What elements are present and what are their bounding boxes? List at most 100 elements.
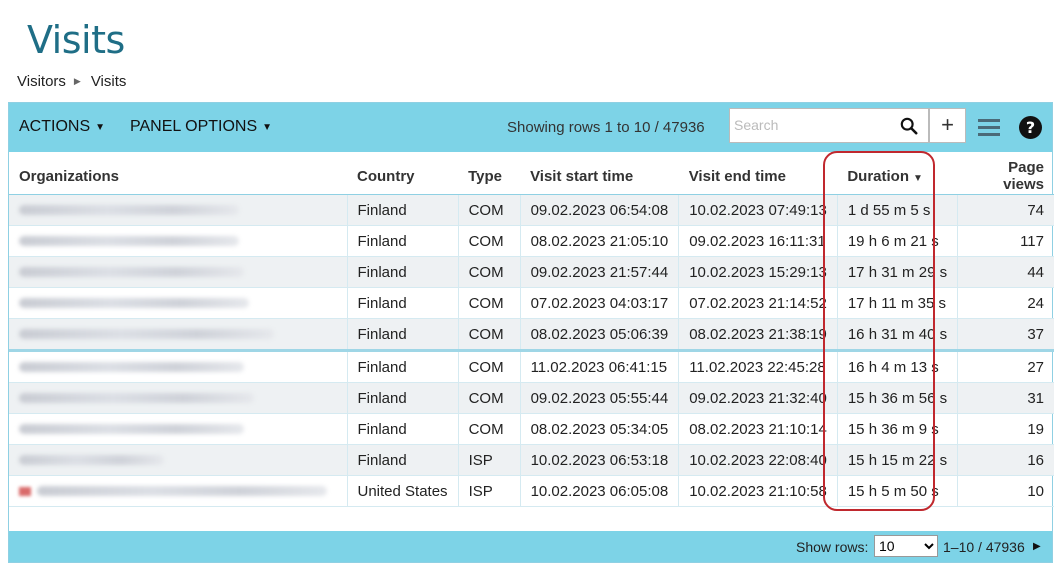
visit-end-cell: 10.02.2023 21:10:58 <box>678 475 838 507</box>
type-cell: COM <box>458 413 521 445</box>
page-views-cell: 19 <box>957 413 1054 445</box>
country-cell: Finland <box>347 194 459 226</box>
redacted-organization-name <box>19 361 244 372</box>
organization-cell[interactable] <box>9 475 348 507</box>
hamburger-menu-icon[interactable] <box>978 117 1000 137</box>
page-views-cell: 44 <box>957 256 1054 288</box>
search-box <box>729 108 929 143</box>
page-views-cell: 117 <box>957 225 1054 257</box>
duration-cell: 1 d 55 m 5 s <box>837 194 959 226</box>
table-row[interactable]: United States ISP 10.02.2023 06:05:08 10.02… <box>9 475 1054 507</box>
country-cell: Finland <box>347 287 459 319</box>
country-cell: United States <box>347 475 459 507</box>
country-cell: Finland <box>347 382 459 414</box>
table-row[interactable]: Finland COM 09.02.2023 06:54:08 10.02.2023 … <box>9 194 1054 226</box>
country-cell: Finland <box>347 444 459 476</box>
duration-header-label: Duration <box>847 167 910 185</box>
visit-start-cell: 08.02.2023 21:05:10 <box>520 225 680 257</box>
visit-end-cell: 08.02.2023 21:38:19 <box>678 318 838 351</box>
page-views-cell: 16 <box>957 444 1054 476</box>
redacted-organization-name <box>19 235 239 246</box>
panel-options-label: PANEL OPTIONS <box>130 118 258 135</box>
redacted-organization-name <box>19 297 249 308</box>
table-row[interactable]: Finland COM 09.02.2023 21:57:44 10.02.2023 … <box>9 256 1054 288</box>
column-header-country[interactable]: Country <box>347 158 459 195</box>
caret-down-icon: ▼ <box>95 121 106 133</box>
duration-cell: 17 h 11 m 35 s <box>837 287 959 319</box>
column-header-type[interactable]: Type <box>458 158 521 195</box>
help-icon[interactable]: ? <box>1019 116 1042 139</box>
type-cell: COM <box>458 349 521 383</box>
column-header-visit-start-time[interactable]: Visit start time <box>520 158 679 195</box>
redacted-organization-name <box>19 392 254 403</box>
organization-cell[interactable] <box>9 194 348 226</box>
type-cell: COM <box>458 318 521 351</box>
next-page-icon[interactable]: ▶ <box>1033 541 1041 552</box>
visits-table-body: Finland COM 09.02.2023 06:54:08 10.02.2023 … <box>9 194 1054 507</box>
redacted-organization-name <box>19 454 164 465</box>
country-cell: Finland <box>347 349 459 383</box>
type-cell: COM <box>458 225 521 257</box>
table-row[interactable]: Finland COM 09.02.2023 05:55:44 09.02.2023 … <box>9 382 1054 414</box>
pagination-range: 1–10 / 47936 <box>943 539 1025 555</box>
redacted-organization-name <box>19 423 244 434</box>
duration-cell: 15 h 36 m 56 s <box>837 382 959 414</box>
column-header-visit-end-time[interactable]: Visit end time <box>678 158 838 195</box>
organization-cell[interactable] <box>9 382 348 414</box>
breadcrumb: Visitors ▶ Visits <box>17 73 126 90</box>
page-views-cell: 10 <box>957 475 1054 507</box>
actions-label: ACTIONS <box>19 118 91 135</box>
search-icon[interactable] <box>900 117 918 135</box>
visit-end-cell: 11.02.2023 22:45:28 <box>678 349 838 383</box>
page-title: Visits <box>27 18 125 62</box>
visit-start-cell: 10.02.2023 06:05:08 <box>520 475 680 507</box>
organization-cell[interactable] <box>9 256 348 288</box>
type-cell: COM <box>458 194 521 226</box>
show-rows-label: Show rows: <box>796 539 869 555</box>
add-button[interactable]: + <box>929 108 966 143</box>
organization-cell[interactable] <box>9 225 348 257</box>
visit-start-cell: 09.02.2023 21:57:44 <box>520 256 680 288</box>
type-cell: COM <box>458 287 521 319</box>
visit-start-cell: 07.02.2023 04:03:17 <box>520 287 680 319</box>
breadcrumb-visitors[interactable]: Visitors <box>17 73 66 90</box>
breadcrumb-visits[interactable]: Visits <box>91 73 127 90</box>
visit-start-cell: 09.02.2023 06:54:08 <box>520 194 680 226</box>
panel-options-menu-button[interactable]: PANEL OPTIONS ▼ <box>130 118 272 136</box>
organization-cell[interactable] <box>9 349 348 383</box>
organization-cell[interactable] <box>9 413 348 445</box>
table-row[interactable]: Finland COM 08.02.2023 05:34:05 08.02.2023 … <box>9 413 1054 445</box>
organization-cell[interactable] <box>9 444 348 476</box>
type-cell: ISP <box>458 475 521 507</box>
page-views-cell: 24 <box>957 287 1054 319</box>
table-row[interactable]: Finland COM 08.02.2023 21:05:10 09.02.2023 … <box>9 225 1054 257</box>
organization-cell[interactable] <box>9 318 348 351</box>
table-row[interactable]: Finland COM 11.02.2023 06:41:15 11.02.2023 … <box>9 349 1054 383</box>
visits-table: Organizations Country Type Visit start t… <box>9 158 1054 507</box>
visit-end-cell: 10.02.2023 07:49:13 <box>678 194 838 226</box>
rows-per-page-select[interactable]: 10 <box>874 535 938 557</box>
table-row[interactable]: Finland COM 08.02.2023 05:06:39 08.02.2023 … <box>9 318 1054 351</box>
visit-start-cell: 10.02.2023 06:53:18 <box>520 444 680 476</box>
visits-panel: ACTIONS ▼ PANEL OPTIONS ▼ Showing rows 1… <box>8 102 1054 563</box>
table-row[interactable]: Finland ISP 10.02.2023 06:53:18 10.02.2023 … <box>9 444 1054 476</box>
panel-footer: Show rows: 10 1–10 / 47936 ▶ <box>9 531 1052 562</box>
country-cell: Finland <box>347 318 459 351</box>
duration-cell: 15 h 36 m 9 s <box>837 413 959 445</box>
redacted-organization-name <box>19 266 244 277</box>
actions-menu-button[interactable]: ACTIONS ▼ <box>19 118 105 136</box>
organization-cell[interactable] <box>9 287 348 319</box>
visit-start-cell: 09.02.2023 05:55:44 <box>520 382 680 414</box>
column-header-duration[interactable]: Duration ▼ <box>837 158 958 195</box>
column-header-page-views[interactable]: Page views <box>957 158 1054 195</box>
column-header-organizations[interactable]: Organizations <box>9 158 347 195</box>
type-cell: COM <box>458 256 521 288</box>
visit-end-cell: 09.02.2023 16:11:31 <box>678 225 838 257</box>
page-views-cell: 37 <box>957 318 1054 351</box>
table-row[interactable]: Finland COM 07.02.2023 04:03:17 07.02.2023 … <box>9 287 1054 319</box>
duration-cell: 17 h 31 m 29 s <box>837 256 959 288</box>
redacted-organization-name <box>19 328 274 339</box>
visit-end-cell: 07.02.2023 21:14:52 <box>678 287 838 319</box>
search-input[interactable] <box>730 109 898 140</box>
duration-cell: 15 h 15 m 22 s <box>837 444 959 476</box>
